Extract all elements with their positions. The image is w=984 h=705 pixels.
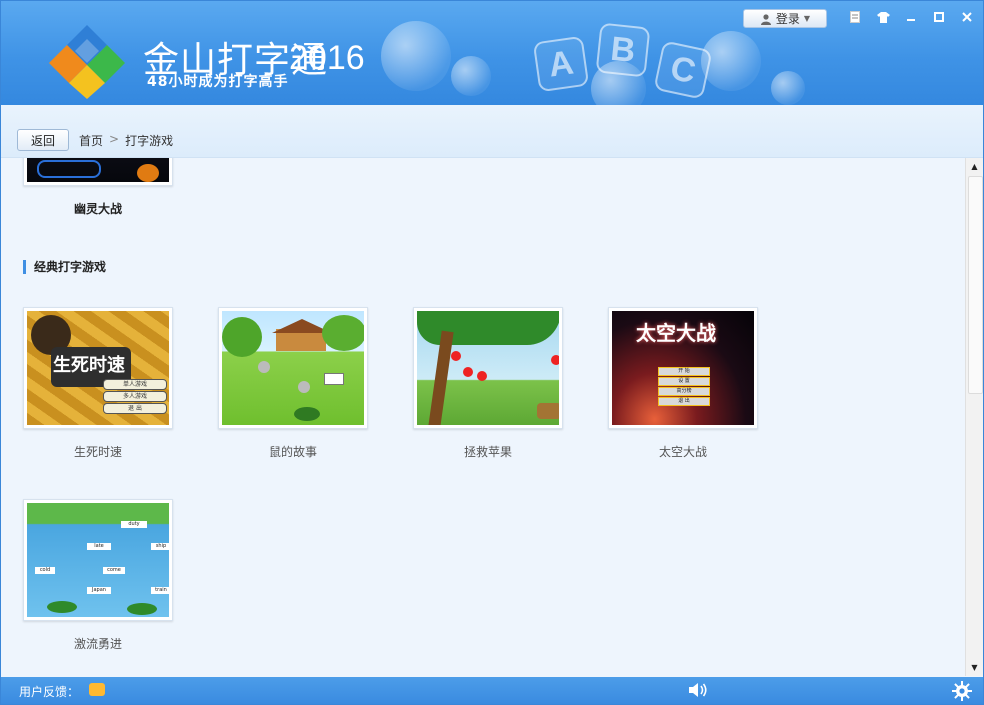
section-marker — [23, 259, 26, 274]
lily-pad-icon — [127, 603, 157, 615]
menu-item-exit: 退 出 — [658, 397, 710, 406]
lily-pad-icon — [47, 601, 77, 613]
game-card-space-war[interactable]: 太空大战 开 始 设 置 高分榜 退 出 太空大战 — [608, 307, 758, 460]
menu-item-exit: 退 出 — [103, 403, 167, 414]
maximize-button[interactable] — [929, 8, 949, 26]
sound-icon[interactable] — [688, 682, 708, 698]
game-thumbnail[interactable]: 太空大战 开 始 设 置 高分榜 退 出 — [608, 307, 758, 429]
section-title: 经典打字游戏 — [23, 258, 106, 275]
minimize-icon — [907, 19, 915, 21]
decor-letter-b: B — [595, 22, 651, 78]
breadcrumb: 首页 > 打字游戏 — [79, 132, 173, 149]
app-window: A B C 金山打字通 2016 48小时成为打字高手 登录 ▼ 返回 首页 >… — [0, 0, 984, 705]
game-label[interactable]: 生死时速 — [23, 443, 173, 460]
skin-button[interactable] — [873, 8, 893, 26]
game-thumbnail[interactable] — [218, 307, 368, 429]
thumb-title: 太空大战 — [636, 321, 716, 345]
tree-canopy — [417, 311, 559, 345]
word-tag: Japan — [87, 587, 111, 594]
menu-item-start: 开 始 — [658, 367, 710, 376]
breadcrumb-separator: > — [109, 132, 120, 146]
game-card-life-death-speed[interactable]: 生死时速 单人游戏 多人游戏 退 出 生死时速 — [23, 307, 173, 460]
vertical-scrollbar[interactable]: ▲ ▼ — [965, 158, 983, 676]
note-button[interactable] — [845, 8, 865, 26]
word-tag: duty — [121, 521, 147, 528]
menu-item-scores: 高分榜 — [658, 387, 710, 396]
feedback-label[interactable]: 用户反馈： — [19, 683, 79, 700]
word-tag: ship — [151, 543, 169, 550]
game-card-rapids[interactable]: duty late ship cold come Japan train 激流勇… — [23, 499, 173, 652]
nav-bar: 返回 首页 > 打字游戏 — [1, 105, 983, 158]
decor-bubble — [381, 21, 451, 91]
word-tag: come — [103, 567, 125, 574]
scroll-down-button[interactable]: ▼ — [966, 659, 983, 676]
mouse-icon — [298, 381, 310, 393]
game-label[interactable]: 拯救苹果 — [413, 443, 563, 460]
back-button[interactable]: 返回 — [17, 129, 69, 151]
chat-icon[interactable] — [89, 683, 105, 696]
game-label[interactable]: 幽灵大战 — [23, 200, 173, 217]
login-button[interactable]: 登录 ▼ — [743, 9, 827, 28]
tree-icon — [322, 315, 364, 351]
scroll-up-button[interactable]: ▲ — [966, 158, 983, 175]
status-bar: 用户反馈： — [1, 677, 983, 704]
section-title-text: 经典打字游戏 — [34, 260, 107, 274]
game-label[interactable]: 太空大战 — [608, 443, 758, 460]
sign-icon — [324, 373, 344, 385]
menu-item-multi: 多人游戏 — [103, 391, 167, 402]
decor-ring — [37, 160, 101, 178]
menu-item-settings: 设 置 — [658, 377, 710, 386]
apple-icon — [551, 355, 559, 365]
decor-bubble — [451, 56, 491, 96]
login-label: 登录 — [775, 12, 800, 26]
minimize-button[interactable] — [901, 8, 921, 26]
gear-icon[interactable] — [952, 681, 972, 701]
brand-slogan: 48小时成为打字高手 — [147, 74, 289, 90]
tree-trunk — [428, 330, 454, 425]
game-label[interactable]: 鼠的故事 — [218, 443, 368, 460]
chevron-down-icon: ▼ — [803, 14, 811, 23]
word-tag: train — [151, 587, 169, 594]
decor-letter-a: A — [532, 35, 590, 93]
game-thumbnail[interactable]: duty late ship cold come Japan train — [23, 499, 173, 621]
basket-icon — [537, 403, 559, 419]
game-list: 幽灵大战 经典打字游戏 生死时速 单人游戏 多人游戏 退 出 生死时速 鼠的故事… — [1, 158, 964, 676]
logo-icon — [49, 25, 125, 99]
brand-year: 2016 — [289, 39, 365, 77]
game-thumbnail[interactable] — [23, 158, 173, 186]
bush-icon — [294, 407, 320, 421]
tree-icon — [222, 317, 262, 357]
document-icon — [850, 11, 860, 23]
user-icon — [760, 13, 771, 25]
breadcrumb-current: 打字游戏 — [125, 134, 174, 148]
window-controls — [845, 8, 977, 26]
word-tag: late — [87, 543, 111, 550]
game-card-mouse-story[interactable]: 鼠的故事 — [218, 307, 368, 460]
menu-item-single: 单人游戏 — [103, 379, 167, 390]
thumb-title: 生死时速 — [53, 355, 125, 376]
game-label[interactable]: 激流勇进 — [23, 635, 173, 652]
apple-icon — [463, 367, 473, 377]
decor-letter-c: C — [653, 40, 713, 100]
maximize-icon — [934, 12, 944, 22]
pumpkin-icon — [137, 164, 159, 182]
shirt-icon — [876, 11, 890, 23]
apple-icon — [451, 351, 461, 361]
close-button[interactable] — [957, 8, 977, 26]
scroll-thumb[interactable] — [968, 176, 983, 394]
game-thumbnail[interactable] — [413, 307, 563, 429]
game-card-ghost-war[interactable]: 幽灵大战 — [23, 158, 173, 217]
close-icon — [962, 12, 972, 22]
header-banner: A B C 金山打字通 2016 48小时成为打字高手 登录 ▼ — [1, 1, 983, 105]
decor-bubble — [771, 71, 805, 105]
breadcrumb-home[interactable]: 首页 — [79, 132, 103, 149]
apple-icon — [477, 371, 487, 381]
word-tag: cold — [35, 567, 55, 574]
game-thumbnail[interactable]: 生死时速 单人游戏 多人游戏 退 出 — [23, 307, 173, 429]
mouse-icon — [258, 361, 270, 373]
game-card-save-apple[interactable]: 拯救苹果 — [413, 307, 563, 460]
